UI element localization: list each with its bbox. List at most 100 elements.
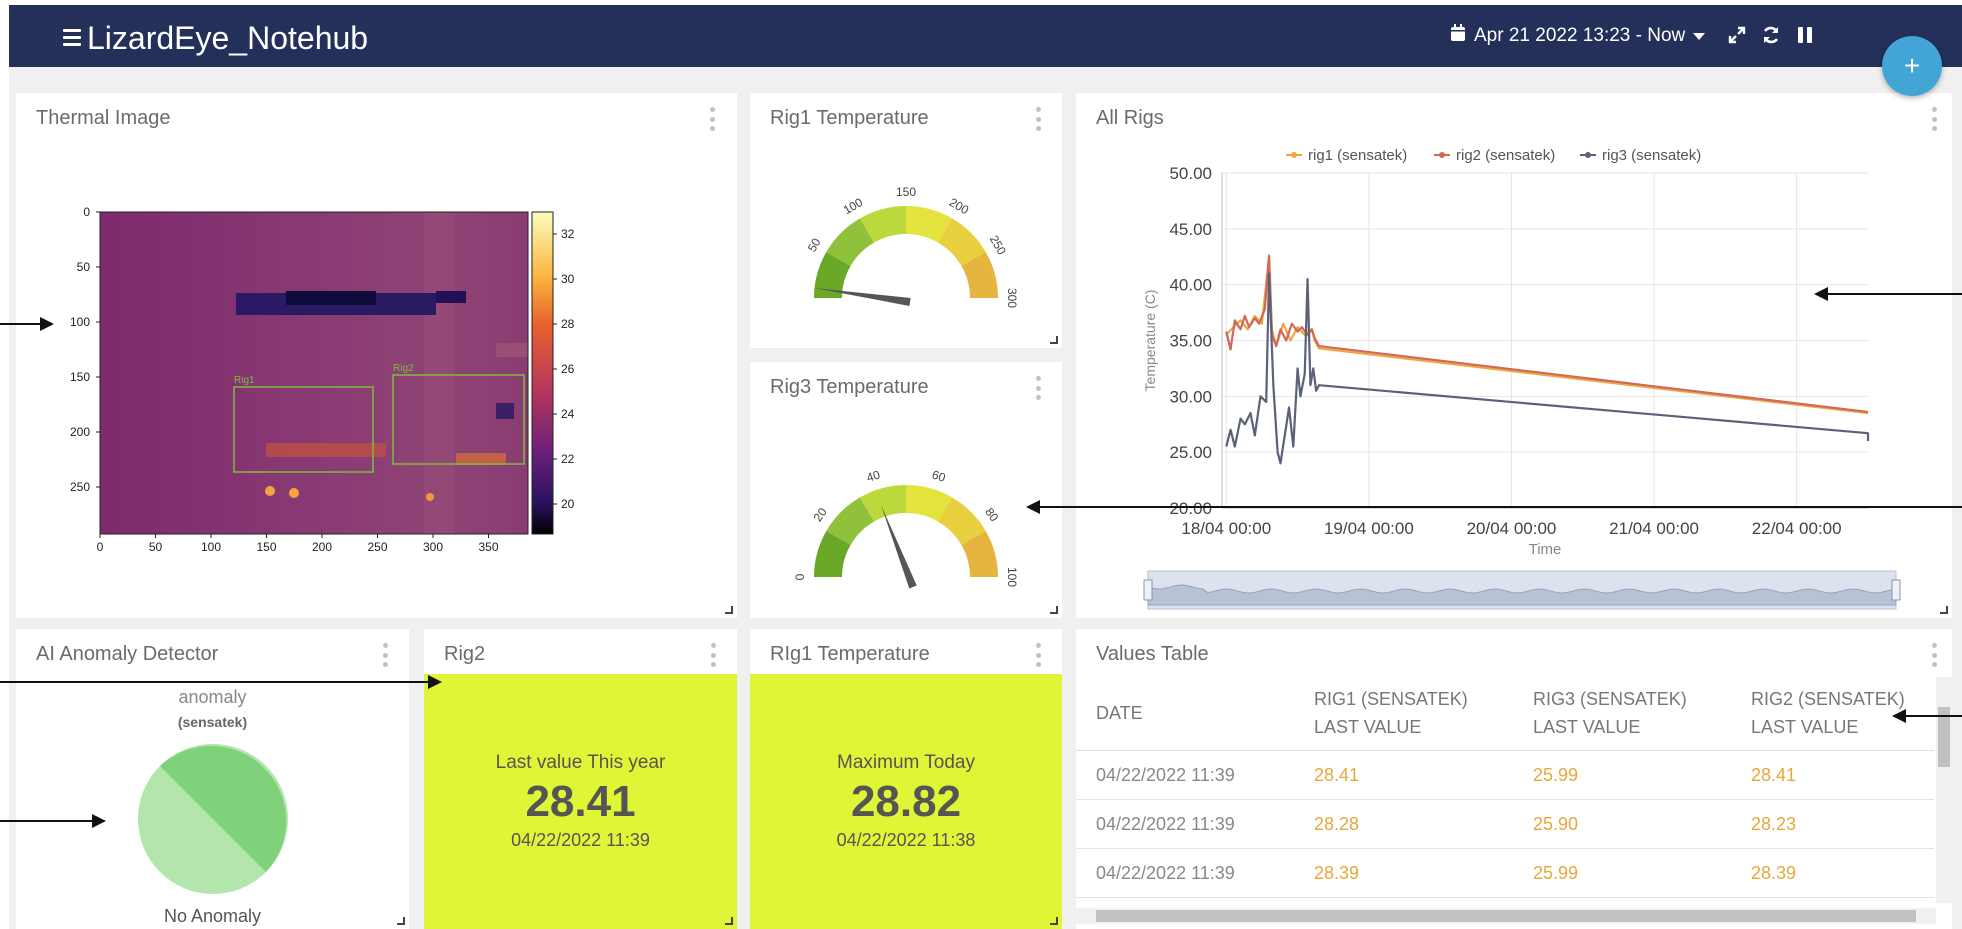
legend-item[interactable]: rig2 (sensatek) bbox=[1434, 147, 1555, 164]
resize-handle[interactable] bbox=[397, 917, 405, 925]
top-navigation-bar: LizardEye_Notehub Apr 21 2022 13:23 - No… bbox=[9, 5, 1962, 67]
cell-value: 28.23 bbox=[1751, 814, 1797, 834]
fullscreen-icon[interactable] bbox=[1724, 22, 1750, 48]
gauge-tick-label: 0 bbox=[793, 573, 807, 580]
pause-icon[interactable] bbox=[1792, 22, 1818, 48]
rig3-temperature-gauge-panel: Rig3 Temperature 0 20 40 60 80 100 bbox=[750, 362, 1062, 618]
all-rigs-line-chart: 50.00 45.00 40.00 35.00 30.00 25.00 20.0018/04… bbox=[1142, 147, 1901, 610]
thermal-y-tick: 0 bbox=[83, 205, 90, 219]
table-row[interactable]: 04/22/2022 11:39 28.39 25.99 28.39 bbox=[1076, 849, 1934, 898]
resize-handle[interactable] bbox=[1940, 606, 1948, 614]
pie-footer: No Anomaly bbox=[163, 906, 262, 926]
gauge-tick-label: 40 bbox=[865, 467, 882, 485]
panel-menu-icon[interactable] bbox=[1034, 643, 1042, 667]
legend-item[interactable]: rig3 (sensatek) bbox=[1580, 147, 1701, 164]
y-tick-label: 35.00 bbox=[1169, 332, 1212, 351]
annotation-arrow bbox=[0, 814, 106, 828]
colorbar-tick: 28 bbox=[561, 317, 575, 331]
y-tick-label: 50.00 bbox=[1169, 164, 1212, 183]
header-date[interactable]: DATE bbox=[1096, 699, 1143, 727]
horizontal-scrollbar[interactable] bbox=[1076, 908, 1936, 924]
values-table-panel: Values Table DATE RIG1 (SENSATEK) LAST VA… bbox=[1076, 629, 1952, 929]
add-panel-button[interactable]: + bbox=[1882, 36, 1942, 96]
dashboard-title: LizardEye_Notehub bbox=[87, 20, 369, 56]
header-rig3[interactable]: RIG3 (SENSATEK) LAST VALUE bbox=[1533, 685, 1687, 741]
thermal-x-tick: 300 bbox=[423, 540, 443, 554]
gauge-tick-label: 20 bbox=[811, 505, 830, 524]
thermal-y-axis: 0 50 100 150 200 250 bbox=[70, 205, 100, 494]
panel-title: AI Anomaly Detector bbox=[36, 643, 219, 665]
cell-date: 04/22/2022 11:39 bbox=[1096, 814, 1235, 834]
rig1-gauge: 50 100 150 200 250 300 bbox=[805, 185, 1019, 308]
refresh-icon[interactable] bbox=[1758, 22, 1784, 48]
panel-title: Rig2 bbox=[444, 643, 486, 665]
header-rig2-line2: LAST VALUE bbox=[1751, 717, 1859, 737]
calendar-icon bbox=[1450, 24, 1466, 48]
vertical-scrollbar[interactable] bbox=[1936, 677, 1952, 903]
rig2-stat-panel: Rig2 Last value This year 28.41 04/22/20… bbox=[424, 629, 737, 929]
thermal-y-tick: 50 bbox=[77, 260, 91, 274]
hamburger-menu-icon[interactable] bbox=[63, 29, 81, 46]
all-rigs-panel: All Rigs 50.00 45.00 40.00 35.00 30.00 25.00 2… bbox=[1076, 93, 1952, 618]
colorbar-tick: 20 bbox=[561, 497, 575, 511]
resize-handle[interactable] bbox=[1050, 917, 1058, 925]
gauge-tick-label: 100 bbox=[841, 195, 866, 217]
series-line bbox=[1225, 255, 1869, 415]
colorbar-tick: 26 bbox=[561, 362, 575, 376]
legend-item[interactable]: rig1 (sensatek) bbox=[1286, 147, 1407, 164]
rig1-max-stat-panel: RIg1 Temperature Maximum Today 28.82 04/… bbox=[750, 629, 1062, 929]
table-row[interactable]: 04/22/2022 11:39 28.41 25.99 28.41 bbox=[1076, 751, 1934, 800]
panel-title: Values Table bbox=[1096, 643, 1209, 665]
thermal-x-tick: 250 bbox=[367, 540, 387, 554]
colorbar-tick: 30 bbox=[561, 272, 575, 286]
thermal-image-panel: Thermal Image Rig1 Rig2 0 50 100 150 200… bbox=[16, 93, 737, 618]
caret-down-icon bbox=[1693, 25, 1706, 47]
thermal-colorbar-axis: 32 30 28 26 24 22 20 bbox=[553, 227, 575, 511]
gauge-tick-label: 100 bbox=[1005, 567, 1019, 587]
header-rig2[interactable]: RIG2 (SENSATEK) LAST VALUE bbox=[1751, 685, 1905, 741]
thermal-y-tick: 100 bbox=[70, 315, 90, 329]
y-tick-label: 45.00 bbox=[1169, 220, 1212, 239]
panel-menu-icon[interactable] bbox=[381, 643, 389, 667]
header-rig1-line1: RIG1 (SENSATEK) bbox=[1314, 689, 1468, 709]
gauge-tick-label: 200 bbox=[947, 195, 972, 217]
cell-value: 28.39 bbox=[1314, 863, 1360, 883]
header-rig3-line2: LAST VALUE bbox=[1533, 717, 1641, 737]
colorbar-tick: 32 bbox=[561, 227, 575, 241]
panel-title: RIg1 Temperature bbox=[770, 643, 930, 665]
rig3-gauge: 0 20 40 60 80 100 bbox=[793, 467, 1019, 589]
header-rig1[interactable]: RIG1 (SENSATEK) LAST VALUE bbox=[1314, 685, 1468, 741]
time-range-navigator[interactable] bbox=[1143, 570, 1901, 610]
date-range-picker[interactable]: Apr 21 2022 13:23 - Now bbox=[1450, 24, 1706, 48]
header-rig2-line1: RIG2 (SENSATEK) bbox=[1751, 689, 1905, 709]
annotation-arrow bbox=[0, 675, 442, 689]
resize-handle[interactable] bbox=[725, 917, 733, 925]
x-tick-label: 22/04 00:00 bbox=[1752, 519, 1842, 538]
thermal-x-axis: 0 50 100 150 200 250 300 350 bbox=[97, 534, 499, 554]
rig2-stat-card: Last value This year 28.41 04/22/2022 11… bbox=[424, 674, 737, 929]
annotation-arrow bbox=[0, 317, 54, 331]
rig2-box-label: Rig2 bbox=[393, 363, 414, 374]
date-range-text: Apr 21 2022 13:23 - Now bbox=[1474, 25, 1686, 46]
thermal-y-tick: 150 bbox=[70, 370, 90, 384]
stat-date: 04/22/2022 11:39 bbox=[511, 830, 650, 850]
stat-date: 04/22/2022 11:38 bbox=[836, 830, 976, 850]
navigator-left-handle[interactable] bbox=[1143, 579, 1153, 601]
panel-menu-icon[interactable] bbox=[709, 643, 717, 667]
table-row[interactable]: 04/22/2022 11:39 28.28 25.90 28.23 bbox=[1076, 800, 1934, 849]
thermal-x-tick: 50 bbox=[149, 540, 163, 554]
resize-handle[interactable] bbox=[1050, 336, 1058, 344]
thermal-x-tick: 100 bbox=[201, 540, 221, 554]
gauge-tick-label: 250 bbox=[987, 233, 1009, 258]
annotation-arrow bbox=[1892, 709, 1962, 723]
resize-handle[interactable] bbox=[1050, 606, 1058, 614]
panel-menu-icon[interactable] bbox=[1930, 643, 1938, 667]
thermal-x-tick: 0 bbox=[97, 540, 104, 554]
gauge-tick-label: 60 bbox=[930, 467, 947, 485]
cell-value: 25.90 bbox=[1533, 814, 1579, 834]
stat-label: Last value This year bbox=[495, 752, 666, 773]
navigator-right-handle[interactable] bbox=[1891, 579, 1901, 601]
annotation-arrow bbox=[1026, 500, 1962, 514]
horizontal-scroll-thumb[interactable] bbox=[1096, 910, 1916, 922]
resize-handle[interactable] bbox=[725, 606, 733, 614]
